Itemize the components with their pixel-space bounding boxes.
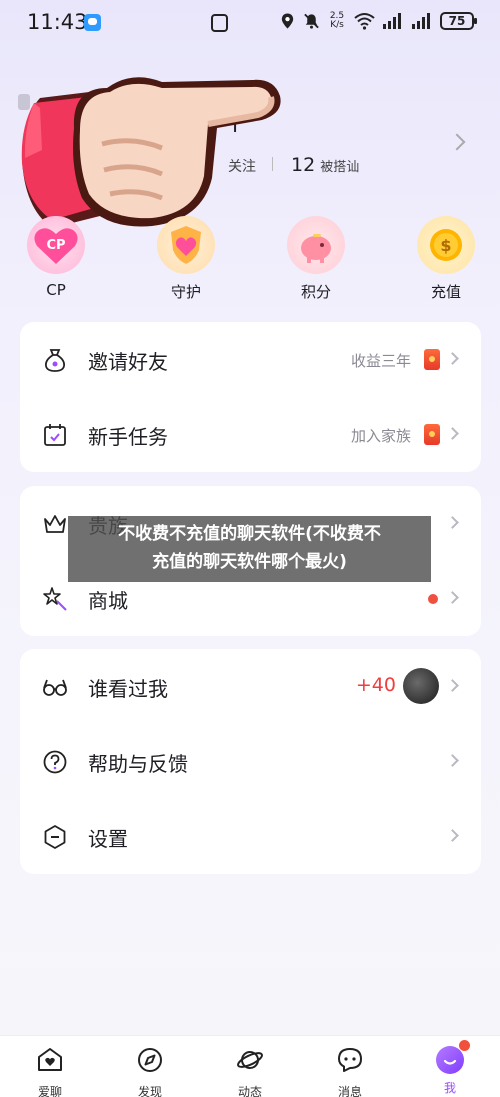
menu-card-1: 邀请好友 收益三年 新手任务 加入家族 (20, 322, 481, 472)
menu-row-visitors[interactable]: 谁看过我 +40 (20, 649, 481, 724)
menu-label: 谁看过我 (88, 677, 168, 701)
signal-1-icon (383, 13, 401, 29)
status-time: 11:43 (27, 10, 88, 34)
nav-label: 发现 (137, 1085, 162, 1097)
overlay-title: 不收费不充值的聊天软件(不收费不 充值的聊天软件哪个最火) (68, 516, 431, 582)
planet-icon (237, 1051, 263, 1069)
quick-action-label: CP (46, 281, 66, 299)
nav-label: 我 (443, 1081, 456, 1095)
magic-wand-icon (43, 587, 67, 611)
battery-indicator: 75 (440, 12, 477, 30)
nav-tab-aichat[interactable]: 爱聊 (20, 1046, 80, 1097)
chevron-right-icon (446, 754, 459, 767)
chevron-right-icon (446, 591, 459, 604)
nav-tab-messages[interactable]: 消息 (320, 1046, 380, 1097)
overlay-line-2: 充值的聊天软件哪个最火) (152, 552, 347, 572)
nav-tab-discover[interactable]: 发现 (120, 1046, 180, 1097)
chevron-right-icon (446, 352, 459, 365)
nav-label: 动态 (237, 1085, 262, 1097)
cp-badge-text: CP (46, 238, 65, 253)
wifi-icon (354, 13, 375, 30)
chevron-right-icon (446, 829, 459, 842)
overlay-line-1: 不收费不充值的聊天软件(不收费不 (118, 524, 381, 544)
quick-action-recharge[interactable]: $ 充值 (406, 216, 486, 302)
menu-label: 帮助与反馈 (88, 752, 188, 776)
me-smile-icon (436, 1040, 470, 1074)
status-bar: 11:43 2.5 K/s 75 (0, 0, 500, 48)
profile-chevron-right-icon[interactable] (448, 133, 466, 151)
mute-bell-icon (304, 13, 319, 29)
menu-row-settings[interactable]: 设置 (20, 799, 481, 874)
menu-label: 商城 (88, 589, 128, 613)
message-app-icon (84, 14, 101, 31)
nav-label: 消息 (337, 1085, 362, 1097)
menu-row-help[interactable]: 帮助与反馈 (20, 724, 481, 799)
quick-action-label: 充值 (430, 283, 461, 301)
calendar-task-icon (44, 424, 66, 446)
chevron-right-icon (446, 427, 459, 440)
home-heart-icon (38, 1048, 62, 1071)
location-icon (281, 13, 294, 29)
menu-label: 新手任务 (88, 425, 168, 449)
menu-row-invite[interactable]: 邀请好友 收益三年 (20, 322, 481, 397)
chat-bubble-icon (338, 1048, 362, 1072)
visitor-avatar (403, 668, 439, 704)
quick-action-label: 守护 (170, 283, 201, 301)
followed-label[interactable]: 被搭讪 (320, 156, 359, 175)
speed-unit: K/s (330, 20, 344, 30)
menu-card-3: 谁看过我 +40 帮助与反馈 设置 (20, 649, 481, 874)
quick-action-label: 积分 (300, 283, 331, 301)
visitor-count: +40 (355, 674, 396, 696)
bottom-nav: 爱聊 发现 动态 消息 我 (0, 1035, 500, 1097)
chevron-right-icon (446, 679, 459, 692)
quick-actions: CP CP 守护 积分 $ 充值 (0, 216, 500, 311)
red-envelope-icon (424, 349, 440, 370)
notification-dot (428, 594, 438, 604)
coin-symbol: $ (440, 236, 451, 255)
settings-icon (44, 825, 66, 849)
pointing-hand-icon (21, 77, 281, 228)
piggy-bank-icon (287, 216, 345, 274)
nav-tab-moments[interactable]: 动态 (220, 1046, 280, 1097)
status-indicators: 2.5 K/s 75 (279, 12, 477, 30)
me-notification-dot (459, 1040, 470, 1051)
quick-action-guard[interactable]: 守护 (146, 216, 226, 302)
nfc-icon (211, 14, 228, 32)
quick-action-cp[interactable]: CP CP (16, 216, 96, 299)
menu-row-newbie-tasks[interactable]: 新手任务 加入家族 (20, 397, 481, 472)
signal-2-icon (412, 13, 430, 29)
red-envelope-icon (424, 424, 440, 445)
money-bag-icon (44, 349, 66, 372)
cp-heart-icon: CP (27, 216, 85, 274)
compass-icon (138, 1048, 162, 1072)
menu-label: 邀请好友 (88, 350, 168, 374)
network-speed: 2.5 K/s (327, 12, 347, 30)
chevron-right-icon (446, 516, 459, 529)
glasses-icon (43, 679, 67, 696)
menu-label: 设置 (88, 827, 128, 851)
quick-action-points[interactable]: 积分 (276, 216, 356, 302)
guard-shield-icon (157, 216, 215, 274)
menu-subtext: 加入家族 (350, 427, 411, 445)
nav-tab-me[interactable]: 我 (420, 1040, 480, 1096)
menu-subtext: 收益三年 (350, 352, 411, 370)
crown-icon (44, 515, 66, 533)
coin-icon: $ (417, 216, 475, 274)
nav-label: 爱聊 (37, 1085, 62, 1097)
followed-count[interactable]: 12 (291, 154, 315, 176)
help-icon (43, 750, 67, 774)
